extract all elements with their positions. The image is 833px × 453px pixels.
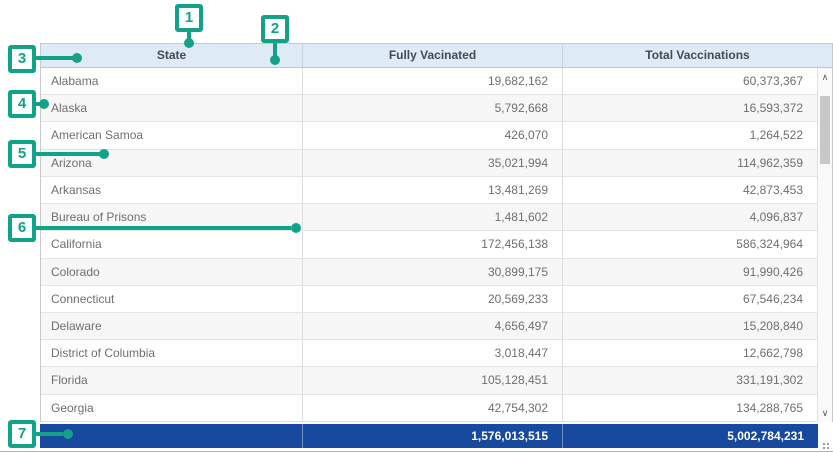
fully-vacinated-cell: 35,021,994	[303, 150, 563, 176]
totals-state-cell	[40, 424, 302, 448]
fully-vacinated-cell: 3,018,447	[303, 340, 563, 366]
scroll-down-icon[interactable]: ∨	[818, 406, 832, 420]
total-vaccinations-cell: 12,662,798	[563, 340, 817, 366]
totals-row: 1,576,013,515 5,002,784,231	[40, 424, 818, 448]
callout-line-6	[35, 226, 291, 230]
state-cell: California	[41, 231, 303, 257]
total-vaccinations-cell: 134,288,765	[563, 395, 817, 421]
state-cell: Florida	[41, 367, 303, 393]
callout-dot-6	[291, 223, 301, 233]
state-cell: Delaware	[41, 313, 303, 339]
table-row[interactable]: Florida105,128,451331,191,302	[41, 367, 817, 394]
table-header-row: State Fully Vacinated Total Vaccinations	[40, 43, 833, 68]
fully-vacinated-cell: 19,682,162	[303, 68, 563, 94]
fully-vacinated-cell: 20,569,233	[303, 286, 563, 312]
callout-line-3	[35, 56, 75, 60]
callout-dot-3	[72, 53, 82, 63]
callout-dot-2	[270, 55, 280, 65]
state-cell: Arkansas	[41, 177, 303, 203]
fully-vacinated-cell: 42,754,302	[303, 395, 563, 421]
callout-line-5	[35, 152, 101, 156]
totals-total-vaccinations-cell: 5,002,784,231	[562, 424, 818, 448]
table-row[interactable]: Alabama19,682,16260,373,367	[41, 68, 817, 95]
callout-dot-1	[184, 38, 194, 48]
callout-dot-4	[39, 99, 49, 109]
state-cell: American Samoa	[41, 122, 303, 148]
total-vaccinations-cell: 42,873,453	[563, 177, 817, 203]
scroll-up-icon[interactable]: ∧	[818, 70, 832, 84]
state-cell: Alabama	[41, 68, 303, 94]
state-cell: Georgia	[41, 395, 303, 421]
callout-marker-3: 3	[8, 45, 36, 73]
table-row[interactable]: Connecticut20,569,23367,546,234	[41, 286, 817, 313]
callout-dot-7	[63, 429, 73, 439]
callout-marker-6: 6	[8, 214, 36, 242]
state-cell: District of Columbia	[41, 340, 303, 366]
column-header-fully-vacinated[interactable]: Fully Vacinated	[303, 44, 563, 67]
total-vaccinations-cell: 60,373,367	[563, 68, 817, 94]
fully-vacinated-cell: 426,070	[303, 122, 563, 148]
table-body-region: Alabama19,682,16260,373,367Alaska5,792,6…	[40, 68, 833, 422]
total-vaccinations-cell: 15,208,840	[563, 313, 817, 339]
resize-grip-icon	[823, 443, 825, 445]
callout-marker-5: 5	[8, 140, 36, 168]
callout-marker-7: 7	[8, 420, 36, 448]
total-vaccinations-cell: 67,546,234	[563, 286, 817, 312]
state-cell: Connecticut	[41, 286, 303, 312]
callout-marker-2: 2	[261, 15, 289, 43]
fully-vacinated-cell: 30,899,175	[303, 259, 563, 285]
state-cell: Colorado	[41, 259, 303, 285]
table-row[interactable]: California172,456,138586,324,964	[41, 231, 817, 258]
callout-line-7	[35, 432, 63, 436]
table-row[interactable]: Delaware4,656,49715,208,840	[41, 313, 817, 340]
fully-vacinated-cell: 1,481,602	[303, 204, 563, 230]
total-vaccinations-cell: 586,324,964	[563, 231, 817, 257]
total-vaccinations-cell: 4,096,837	[563, 204, 817, 230]
table-row[interactable]: Georgia42,754,302134,288,765	[41, 395, 817, 422]
table-row[interactable]: Colorado30,899,17591,990,426	[41, 259, 817, 286]
fully-vacinated-cell: 5,792,668	[303, 95, 563, 121]
totals-fully-vacinated-cell: 1,576,013,515	[302, 424, 562, 448]
fully-vacinated-cell: 105,128,451	[303, 367, 563, 393]
table-row[interactable]: Arkansas13,481,26942,873,453	[41, 177, 817, 204]
total-vaccinations-cell: 114,962,359	[563, 150, 817, 176]
fully-vacinated-cell: 172,456,138	[303, 231, 563, 257]
vertical-scrollbar[interactable]: ∧ ∨	[817, 68, 832, 422]
total-vaccinations-cell: 331,191,302	[563, 367, 817, 393]
callout-marker-4: 4	[8, 90, 36, 118]
total-vaccinations-cell: 16,593,372	[563, 95, 817, 121]
state-cell: Alaska	[41, 95, 303, 121]
table-row[interactable]: American Samoa426,0701,264,522	[41, 122, 817, 149]
table-body: Alabama19,682,16260,373,367Alaska5,792,6…	[41, 68, 817, 422]
total-vaccinations-cell: 1,264,522	[563, 122, 817, 148]
scrollbar-thumb[interactable]	[820, 96, 830, 164]
callout-marker-1: 1	[175, 4, 203, 32]
callout-dot-5	[99, 149, 109, 159]
panel-bottom-border	[0, 451, 833, 452]
fully-vacinated-cell: 13,481,269	[303, 177, 563, 203]
table-row[interactable]: Alaska5,792,66816,593,372	[41, 95, 817, 122]
table-row[interactable]: District of Columbia3,018,44712,662,798	[41, 340, 817, 367]
column-header-total-vaccinations[interactable]: Total Vaccinations	[563, 44, 832, 67]
fully-vacinated-cell: 4,656,497	[303, 313, 563, 339]
vaccination-table-panel: State Fully Vacinated Total Vaccinations…	[0, 0, 833, 453]
total-vaccinations-cell: 91,990,426	[563, 259, 817, 285]
table-row[interactable]: Arizona35,021,994114,962,359	[41, 150, 817, 177]
